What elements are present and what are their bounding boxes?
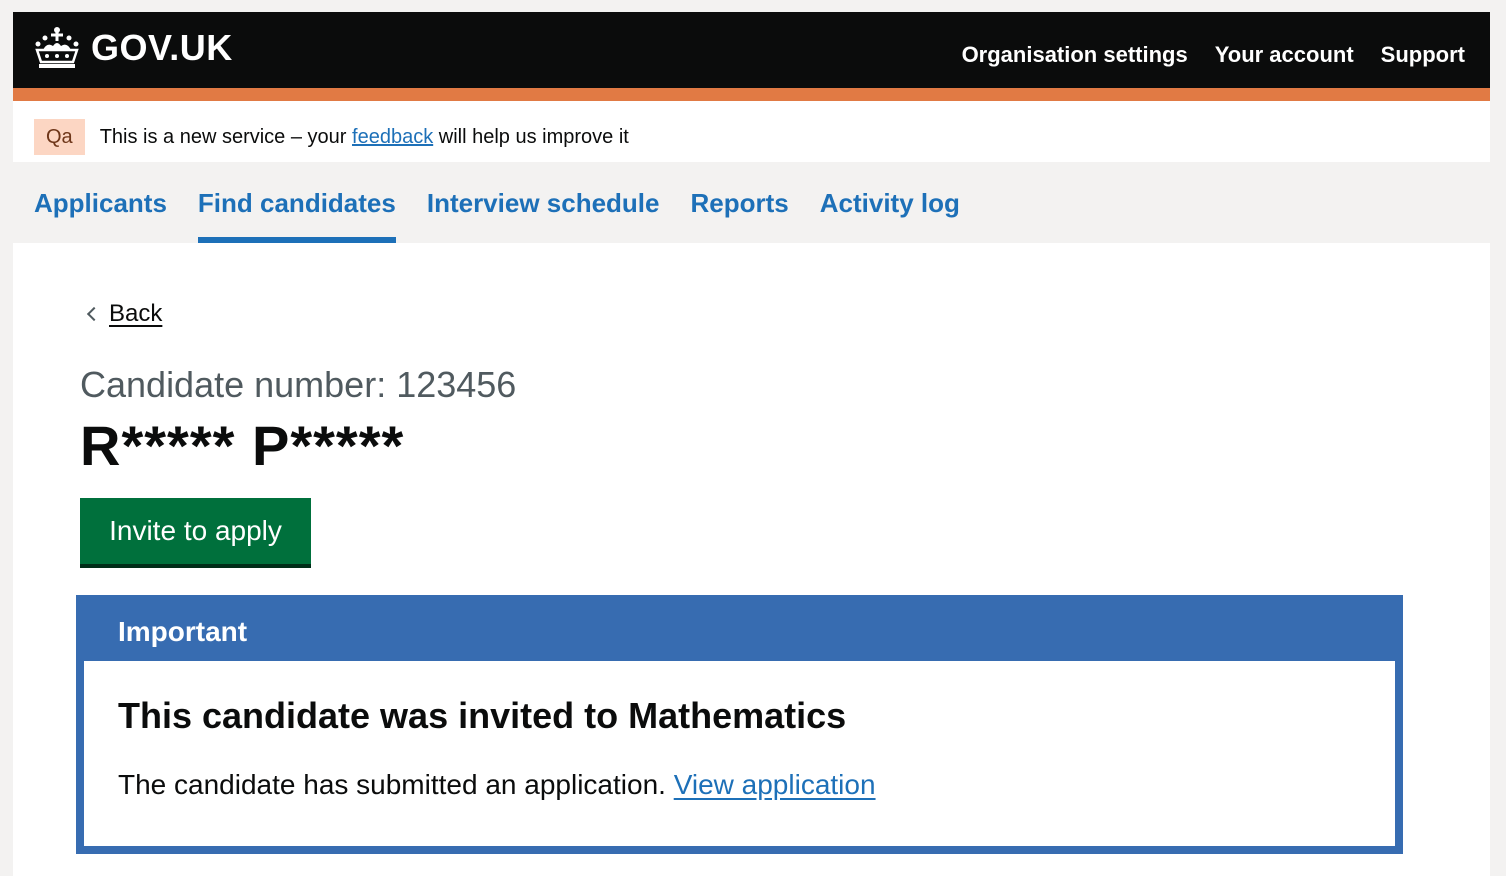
phase-banner: Qa This is a new service – your feedback…	[13, 113, 1490, 162]
page-frame: GOV.UK Organisation settings Your accoun…	[13, 12, 1490, 876]
header-link-your-account[interactable]: Your account	[1215, 42, 1354, 68]
phase-tag: Qa	[34, 119, 85, 155]
site-header: GOV.UK Organisation settings Your accoun…	[13, 12, 1490, 101]
chevron-left-icon	[86, 306, 102, 322]
back-label: Back	[109, 300, 163, 327]
tab-activity-log[interactable]: Activity log	[820, 162, 960, 243]
phase-text: This is a new service – your feedback wi…	[100, 126, 629, 149]
candidate-number-caption: Candidate number: 123456	[80, 364, 517, 405]
notice-heading: This candidate was invited to Mathematic…	[118, 695, 847, 736]
feedback-link[interactable]: feedback	[352, 126, 433, 148]
tab-applicants[interactable]: Applicants	[34, 162, 167, 243]
phase-text-before: This is a new service – your	[99, 125, 353, 148]
secondary-nav: Applicants Find candidates Interview sch…	[13, 162, 1490, 243]
invite-to-apply-button[interactable]: Invite to apply	[80, 498, 311, 564]
tab-find-candidates[interactable]: Find candidates	[197, 162, 396, 243]
govuk-logo-link[interactable]: GOV.UK	[33, 26, 233, 70]
view-application-link[interactable]: View application	[674, 769, 876, 800]
header-link-support[interactable]: Support	[1381, 42, 1465, 68]
crown-icon	[35, 27, 79, 68]
important-notification-banner: Important This candidate was invited to …	[76, 595, 1403, 854]
header-nav: Organisation settings Your account Suppo…	[962, 42, 1465, 68]
notice-body: This candidate was invited to Mathematic…	[84, 661, 1395, 846]
tab-interview-schedule[interactable]: Interview schedule	[427, 162, 660, 243]
logo-text: GOV.UK	[91, 27, 233, 68]
notice-header: Important	[118, 616, 248, 647]
tab-reports[interactable]: Reports	[691, 162, 789, 243]
header-accent-bar	[13, 88, 1490, 101]
back-link[interactable]: Back	[83, 300, 162, 328]
header-link-organisation-settings[interactable]: Organisation settings	[962, 42, 1188, 68]
page-title: R***** P*****	[80, 414, 405, 477]
phase-text-after: will help us improve it	[433, 125, 629, 148]
notice-text: The candidate has submitted an applicati…	[118, 769, 876, 801]
notice-text-content: The candidate has submitted an applicati…	[118, 769, 674, 800]
